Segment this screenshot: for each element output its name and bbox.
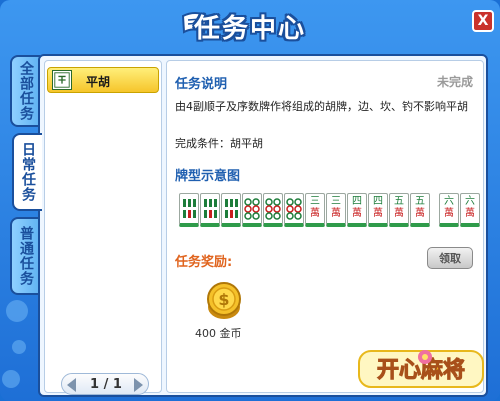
- window-title: 任务中心: [193, 14, 306, 44]
- tile-rank: 五: [415, 196, 425, 207]
- task-item-label: 平胡: [86, 75, 111, 89]
- task-center-window: 任务中心 X 全部任务 日常任务 普通任务 平胡 1 / 1 任务说明 未完成 …: [0, 0, 500, 401]
- gold-coin-icon: $: [207, 282, 241, 319]
- mahjong-tile: 三萬: [326, 193, 346, 227]
- task-condition: 完成条件：胡平胡: [175, 137, 263, 150]
- task-detail: 任务说明 未完成 由4副顺子及序数牌作将组成的胡牌，边、坎、钓不影响平胡 完成条…: [166, 60, 484, 393]
- mahjong-tile: [263, 193, 283, 227]
- mahjong-tile: [200, 193, 220, 227]
- tile-suit: 萬: [352, 208, 362, 219]
- decor-bubble: [2, 370, 20, 388]
- pager: 1 / 1: [61, 373, 149, 395]
- reward-title: 任务奖励:: [175, 255, 233, 270]
- status-badge: 未完成: [436, 75, 473, 89]
- next-page-icon[interactable]: [134, 378, 143, 392]
- mahjong-tile: [284, 193, 304, 227]
- tab-normal-tasks[interactable]: 普通任务: [10, 217, 40, 295]
- task-list: 平胡 1 / 1: [44, 60, 162, 395]
- title-bar: 任务中心 X: [0, 0, 500, 50]
- pattern-title: 牌型示意图: [175, 169, 241, 184]
- tile-rank: 四: [373, 196, 383, 207]
- svg-text:$: $: [218, 290, 229, 309]
- tile-suit: 萬: [331, 208, 341, 219]
- tile-suit: 萬: [465, 208, 475, 219]
- desc-title: 任务说明: [175, 77, 228, 92]
- mahjong-tile: 四萬: [368, 193, 388, 227]
- mahjong-tile-icon: [52, 70, 72, 90]
- tile-rank: 三: [310, 196, 320, 207]
- content-panel: 平胡 1 / 1 任务说明 未完成 由4副顺子及序数牌作将组成的胡牌，边、坎、钓…: [38, 54, 488, 397]
- tile-rank: 六: [444, 196, 454, 207]
- tile-suit: 萬: [373, 208, 383, 219]
- tile-rank: 三: [331, 196, 341, 207]
- task-description: 由4副顺子及序数牌作将组成的胡牌，边、坎、钓不影响平胡: [175, 100, 468, 113]
- tile-rank: 五: [394, 196, 404, 207]
- decor-bubble: [12, 340, 26, 354]
- mahjong-tile: [179, 193, 199, 227]
- tile-rank: 四: [352, 196, 362, 207]
- tile-rank: 六: [465, 196, 475, 207]
- decor-bubble: [6, 300, 28, 322]
- close-button[interactable]: X: [472, 10, 494, 32]
- tile-pattern: 三萬三萬四萬四萬五萬五萬六萬六萬: [179, 193, 480, 229]
- tile-suit: 萬: [310, 208, 320, 219]
- task-item-pinghu[interactable]: 平胡: [47, 67, 159, 93]
- happy-mahjong-logo: 开心麻将: [358, 350, 484, 388]
- mahjong-tile: [242, 193, 262, 227]
- reward-amount: 400 金币: [195, 327, 242, 340]
- tile-suit: 萬: [394, 208, 404, 219]
- mahjong-tile: [221, 193, 241, 227]
- mahjong-tile: 三萬: [305, 193, 325, 227]
- mahjong-tile: 六萬: [460, 193, 480, 227]
- mahjong-tile: 五萬: [410, 193, 430, 227]
- mahjong-tile: 五萬: [389, 193, 409, 227]
- tile-suit: 萬: [415, 208, 425, 219]
- mahjong-tile: 四萬: [347, 193, 367, 227]
- tile-suit: 萬: [444, 208, 454, 219]
- tab-all-tasks[interactable]: 全部任务: [10, 55, 40, 127]
- mahjong-tile: 六萬: [439, 193, 459, 227]
- claim-button[interactable]: 领取: [427, 247, 473, 269]
- tab-daily-tasks[interactable]: 日常任务: [12, 133, 42, 211]
